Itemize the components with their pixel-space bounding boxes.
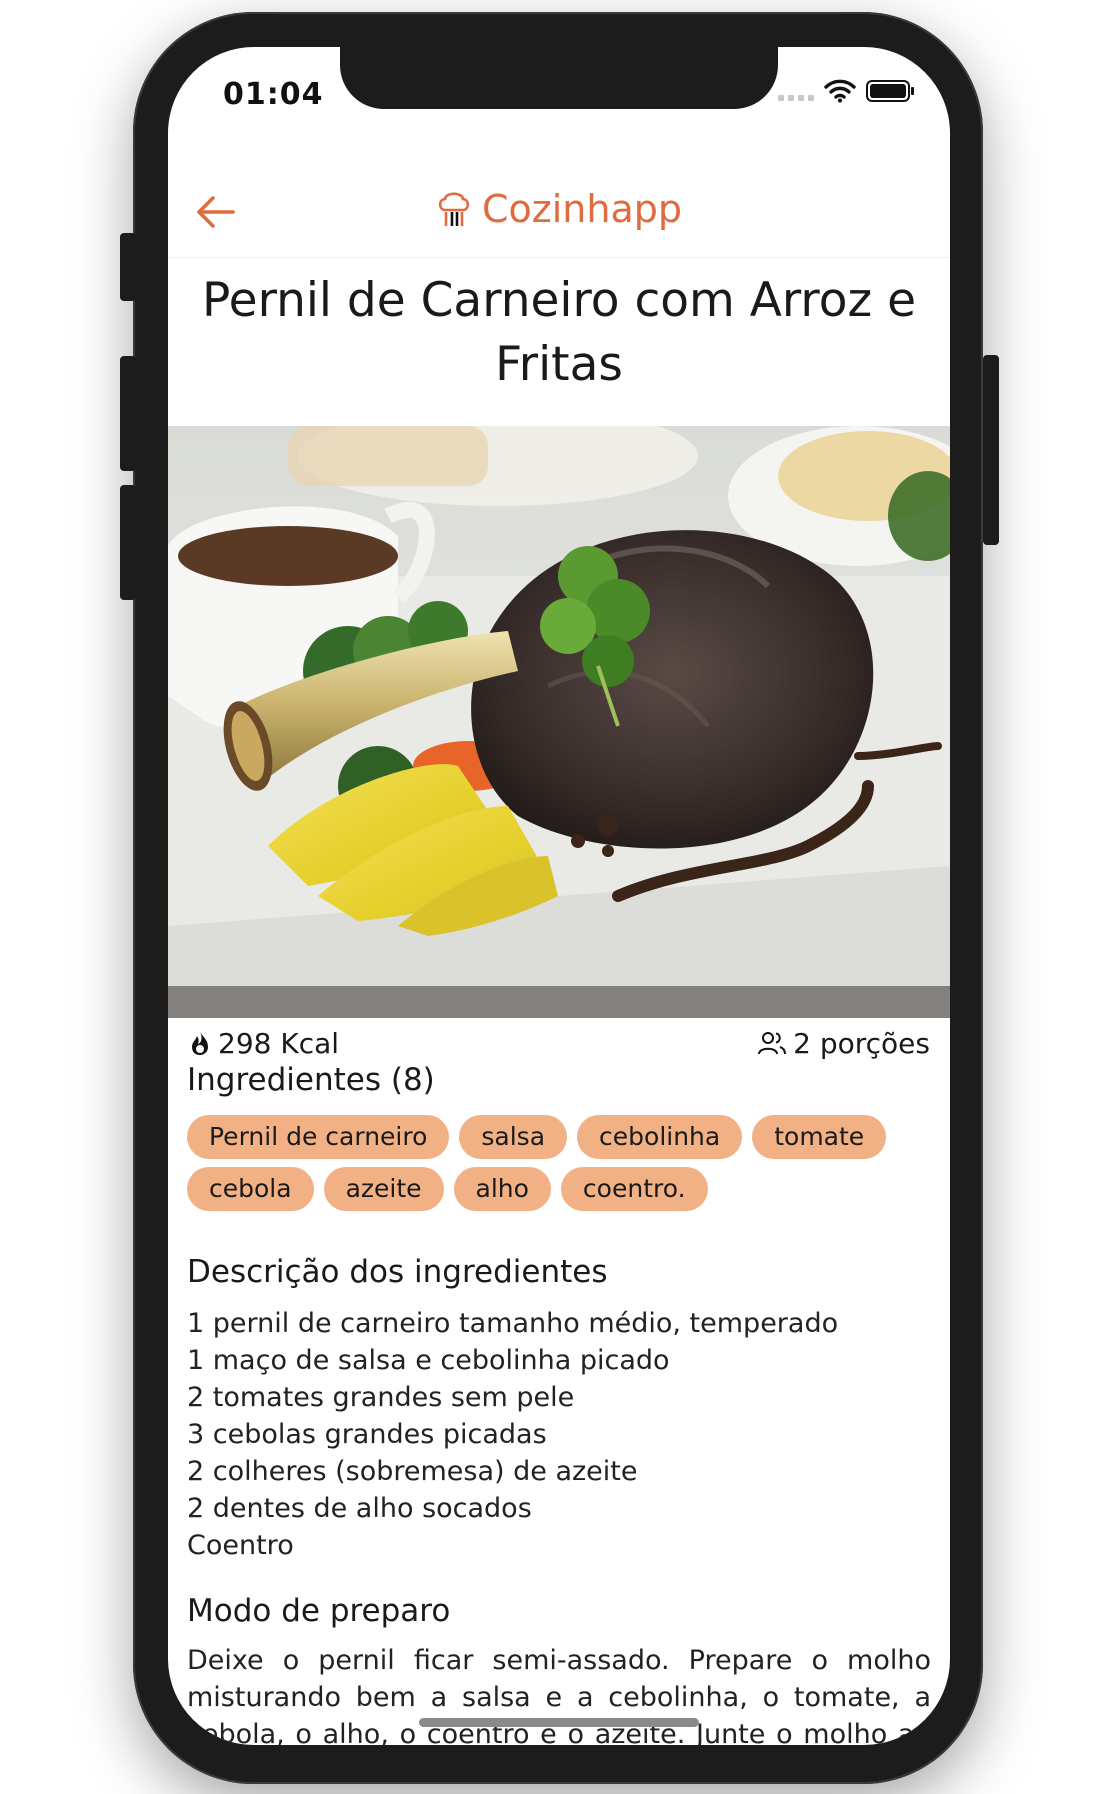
wifi-icon xyxy=(824,79,856,103)
volume-down-button xyxy=(120,485,136,600)
brand: Cozinhapp xyxy=(168,187,950,231)
list-item: 3 cebolas grandes picadas xyxy=(187,1419,547,1450)
chef-hat-icon xyxy=(438,192,470,226)
recipe-stats: 298 Kcal 2 porções xyxy=(188,1023,930,1063)
flame-icon xyxy=(192,1031,208,1055)
ingredient-chip[interactable]: alho xyxy=(453,1167,551,1211)
preparation-heading: Modo de preparo xyxy=(187,1593,451,1629)
ingredient-tags: Pernil de carneiro salsa cebolinha tomat… xyxy=(187,1115,927,1211)
list-item: 2 dentes de alho socados xyxy=(187,1493,532,1524)
list-item: 1 pernil de carneiro tamanho médio, temp… xyxy=(187,1308,839,1339)
app-screen: 01:04 Cozinhapp Pernil de Carneiro com A… xyxy=(168,47,950,1745)
ingredients-heading: Ingredientes (8) xyxy=(187,1062,435,1098)
ingredient-description-list: 1 pernil de carneiro tamanho médio, temp… xyxy=(187,1305,838,1564)
calories-value: 298 Kcal xyxy=(218,1026,340,1060)
battery-icon xyxy=(866,80,914,102)
list-item: 2 tomates grandes sem pele xyxy=(187,1382,575,1413)
servings-stat: 2 porções xyxy=(757,1027,930,1060)
ingredient-chip[interactable]: coentro. xyxy=(560,1167,708,1211)
power-button xyxy=(983,355,999,545)
list-item: 2 colheres (sobremesa) de azeite xyxy=(187,1456,638,1487)
ingredient-chip[interactable]: cebolinha xyxy=(577,1115,743,1159)
recipe-photo xyxy=(168,426,950,1018)
ingredient-chip[interactable]: azeite xyxy=(323,1167,444,1211)
brand-name: Cozinhapp xyxy=(482,187,682,231)
recipe-title: Pernil de Carneiro com Arroz e Fritas xyxy=(201,273,917,392)
users-icon xyxy=(758,1032,787,1055)
ingredient-chip[interactable]: tomate xyxy=(752,1115,887,1159)
status-time: 01:04 xyxy=(223,77,324,112)
ingredient-chip[interactable]: Pernil de carneiro xyxy=(187,1115,450,1159)
mute-switch xyxy=(120,233,136,301)
notch xyxy=(340,47,778,109)
list-item: 1 maço de salsa e cebolinha picado xyxy=(187,1345,670,1376)
ingredient-chip[interactable]: salsa xyxy=(459,1115,568,1159)
signal-icon xyxy=(778,81,814,101)
ingredient-chip[interactable]: cebola xyxy=(187,1167,314,1211)
list-item: Coentro xyxy=(187,1530,294,1561)
preparation-text: Deixe o pernil ficar semi-assado. Prepar… xyxy=(187,1645,931,1745)
servings-value: 2 porções xyxy=(793,1026,930,1060)
volume-up-button xyxy=(120,356,136,471)
description-heading: Descrição dos ingredientes xyxy=(187,1254,608,1290)
calories-stat: 298 Kcal xyxy=(188,1027,339,1060)
status-icons xyxy=(778,79,916,103)
app-header: Cozinhapp xyxy=(168,157,950,258)
home-indicator[interactable] xyxy=(419,1718,699,1727)
